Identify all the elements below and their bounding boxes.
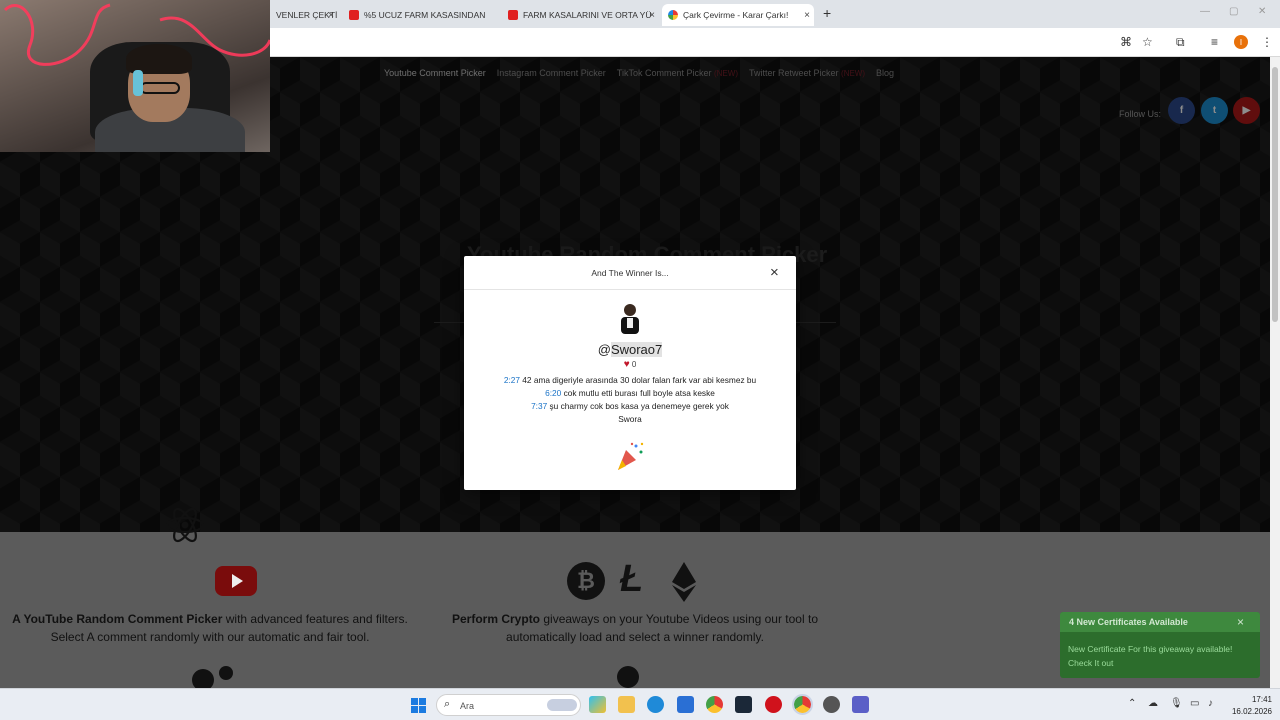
youtube-logo-icon <box>215 566 257 596</box>
clock-time: 17:41 <box>1251 695 1272 704</box>
litecoin-icon: Ł <box>620 558 644 600</box>
reading-list-icon[interactable]: ≡ <box>1211 35 1218 49</box>
modal-header: And The Winner Is... × <box>464 256 796 290</box>
feature-rest: giveaways on your Youtube Videos using o… <box>506 612 818 644</box>
windows-taskbar: ⌕ Ara ⌃ ☁ 🎙 ▭ ♪ 17:41 16.02.2026 <box>0 688 1280 720</box>
certificate-notification[interactable]: 4 New Certificates Available × New Certi… <box>1060 612 1260 678</box>
modal-close-icon[interactable]: × <box>770 264 779 281</box>
onedrive-icon[interactable]: ☁ <box>1148 698 1158 709</box>
feature-bold: A YouTube Random Comment Picker <box>12 612 223 626</box>
gears-icon <box>192 666 233 689</box>
bitcoin-icon: ₿ <box>567 562 605 600</box>
windows-start-icon[interactable] <box>411 698 426 713</box>
ethereum-icon <box>672 562 696 602</box>
timestamp-link[interactable]: 6:20 <box>545 388 561 398</box>
tab-close-icon[interactable]: × <box>328 10 334 21</box>
notification-title: 4 New Certificates Available <box>1069 617 1188 627</box>
star-icon[interactable]: ☆ <box>1142 35 1153 49</box>
comment-text: şu charmy cok bos kasa ya denemeye gerek… <box>547 401 729 411</box>
feature-youtube-text: A YouTube Random Comment Picker with adv… <box>10 610 410 646</box>
profile-avatar[interactable]: I <box>1234 35 1248 49</box>
notification-header: 4 New Certificates Available × <box>1060 612 1260 632</box>
clock-date: 16.02.2026 <box>1231 707 1272 716</box>
party-popper-icon <box>618 442 644 470</box>
wheel-icon <box>668 10 678 20</box>
search-placeholder: Ara <box>460 701 475 711</box>
scrollbar-thumb[interactable] <box>1272 67 1278 322</box>
browser-tab[interactable]: %5 UCUZ FARM KASASINDAN <box>343 4 501 26</box>
likes-value: 0 <box>631 360 637 369</box>
winner-avatar <box>616 302 644 336</box>
browser-tab-active[interactable]: Çark Çevirme - Karar Çarkı! × <box>662 4 814 26</box>
timestamp-link[interactable]: 7:37 <box>531 401 547 411</box>
page-scrollbar[interactable] <box>1270 57 1280 688</box>
search-highlight-icon <box>547 699 577 711</box>
likes-count: ♥ 0 <box>464 359 796 370</box>
comment-line: 7:37 şu charmy cok bos kasa ya denemeye … <box>464 401 796 411</box>
tab-close-icon[interactable]: × <box>804 10 810 21</box>
menu-kebab-icon[interactable]: ⋮ <box>1261 35 1273 49</box>
opera-icon[interactable] <box>765 696 782 713</box>
minimize-icon[interactable]: — <box>1200 6 1210 17</box>
browser-tab[interactable]: FARM KASALARINI VE ORTA YÜ × <box>502 4 659 26</box>
react-icon <box>165 507 205 543</box>
winner-username: @Sworao7 <box>464 342 796 357</box>
comment-line: 2:27 42 ama digeriyle arasında 30 dolar … <box>464 375 796 385</box>
notification-message[interactable]: New Certificate For this giveaway availa… <box>1068 642 1258 670</box>
notification-close-icon[interactable]: × <box>1237 615 1244 629</box>
edge-icon[interactable] <box>647 696 664 713</box>
new-tab-button[interactable]: + <box>823 5 831 21</box>
comment-text: cok mutlu etti burası full boyle atsa ke… <box>561 388 715 398</box>
person-icon <box>617 666 639 688</box>
tab-label: %5 UCUZ FARM KASASINDAN <box>364 10 486 20</box>
feature-bold: Perform Crypto <box>452 612 541 626</box>
timestamp-link[interactable]: 2:27 <box>504 375 520 385</box>
comment-text: 42 ama digeriyle arasında 30 dolar falan… <box>520 375 757 385</box>
heart-icon: ♥ <box>623 359 630 370</box>
chrome-active-icon[interactable] <box>792 694 813 715</box>
neon-light <box>3 3 270 66</box>
comment-line: 6:20 cok mutlu etti burası full boyle at… <box>464 388 796 398</box>
youtube-icon <box>508 10 518 20</box>
taskbar-search[interactable]: ⌕ Ara <box>436 694 581 716</box>
youtube-icon <box>349 10 359 20</box>
chrome-icon[interactable] <box>706 696 723 713</box>
microphone-icon[interactable]: 🎙 <box>1170 698 1183 709</box>
tab-close-icon[interactable]: × <box>649 10 655 21</box>
comment-text: Swora <box>618 414 642 424</box>
search-icon: ⌕ <box>444 698 451 710</box>
feature-crypto-text: Perform Crypto giveaways on your Youtube… <box>440 610 830 646</box>
taskbar-clock[interactable]: 17:41 16.02.2026 <box>1228 694 1272 718</box>
at-sign: @ <box>597 342 611 357</box>
tray-chevron-icon[interactable]: ⌃ <box>1128 698 1136 709</box>
window-close-icon[interactable]: ✕ <box>1258 6 1266 17</box>
webcam-overlay <box>0 0 270 152</box>
browser-tab[interactable]: VENLER ÇEKTİ × <box>270 4 338 26</box>
comment-line: Swora <box>464 414 796 424</box>
tab-label: FARM KASALARINI VE ORTA YÜ <box>523 10 652 20</box>
modal-title: And The Winner Is... <box>591 268 669 278</box>
winner-name-text: Sworao7 <box>610 342 663 357</box>
teams-icon[interactable] <box>852 696 869 713</box>
translate-icon[interactable]: ⌘ <box>1120 35 1132 49</box>
steam-icon[interactable] <box>735 696 752 713</box>
maximize-icon[interactable]: ▢ <box>1229 6 1238 17</box>
network-icon[interactable]: ▭ <box>1190 698 1199 709</box>
tab-label: Çark Çevirme - Karar Çarkı! <box>683 10 789 20</box>
volume-icon[interactable]: ♪ <box>1208 698 1213 709</box>
widgets-icon[interactable] <box>589 696 606 713</box>
file-explorer-icon[interactable] <box>618 696 635 713</box>
store-icon[interactable] <box>677 696 694 713</box>
extensions-icon[interactable]: ⧉ <box>1176 35 1185 50</box>
settings-icon[interactable] <box>823 696 840 713</box>
winner-modal: And The Winner Is... × @Sworao7 ♥ 0 2:27… <box>464 256 796 490</box>
